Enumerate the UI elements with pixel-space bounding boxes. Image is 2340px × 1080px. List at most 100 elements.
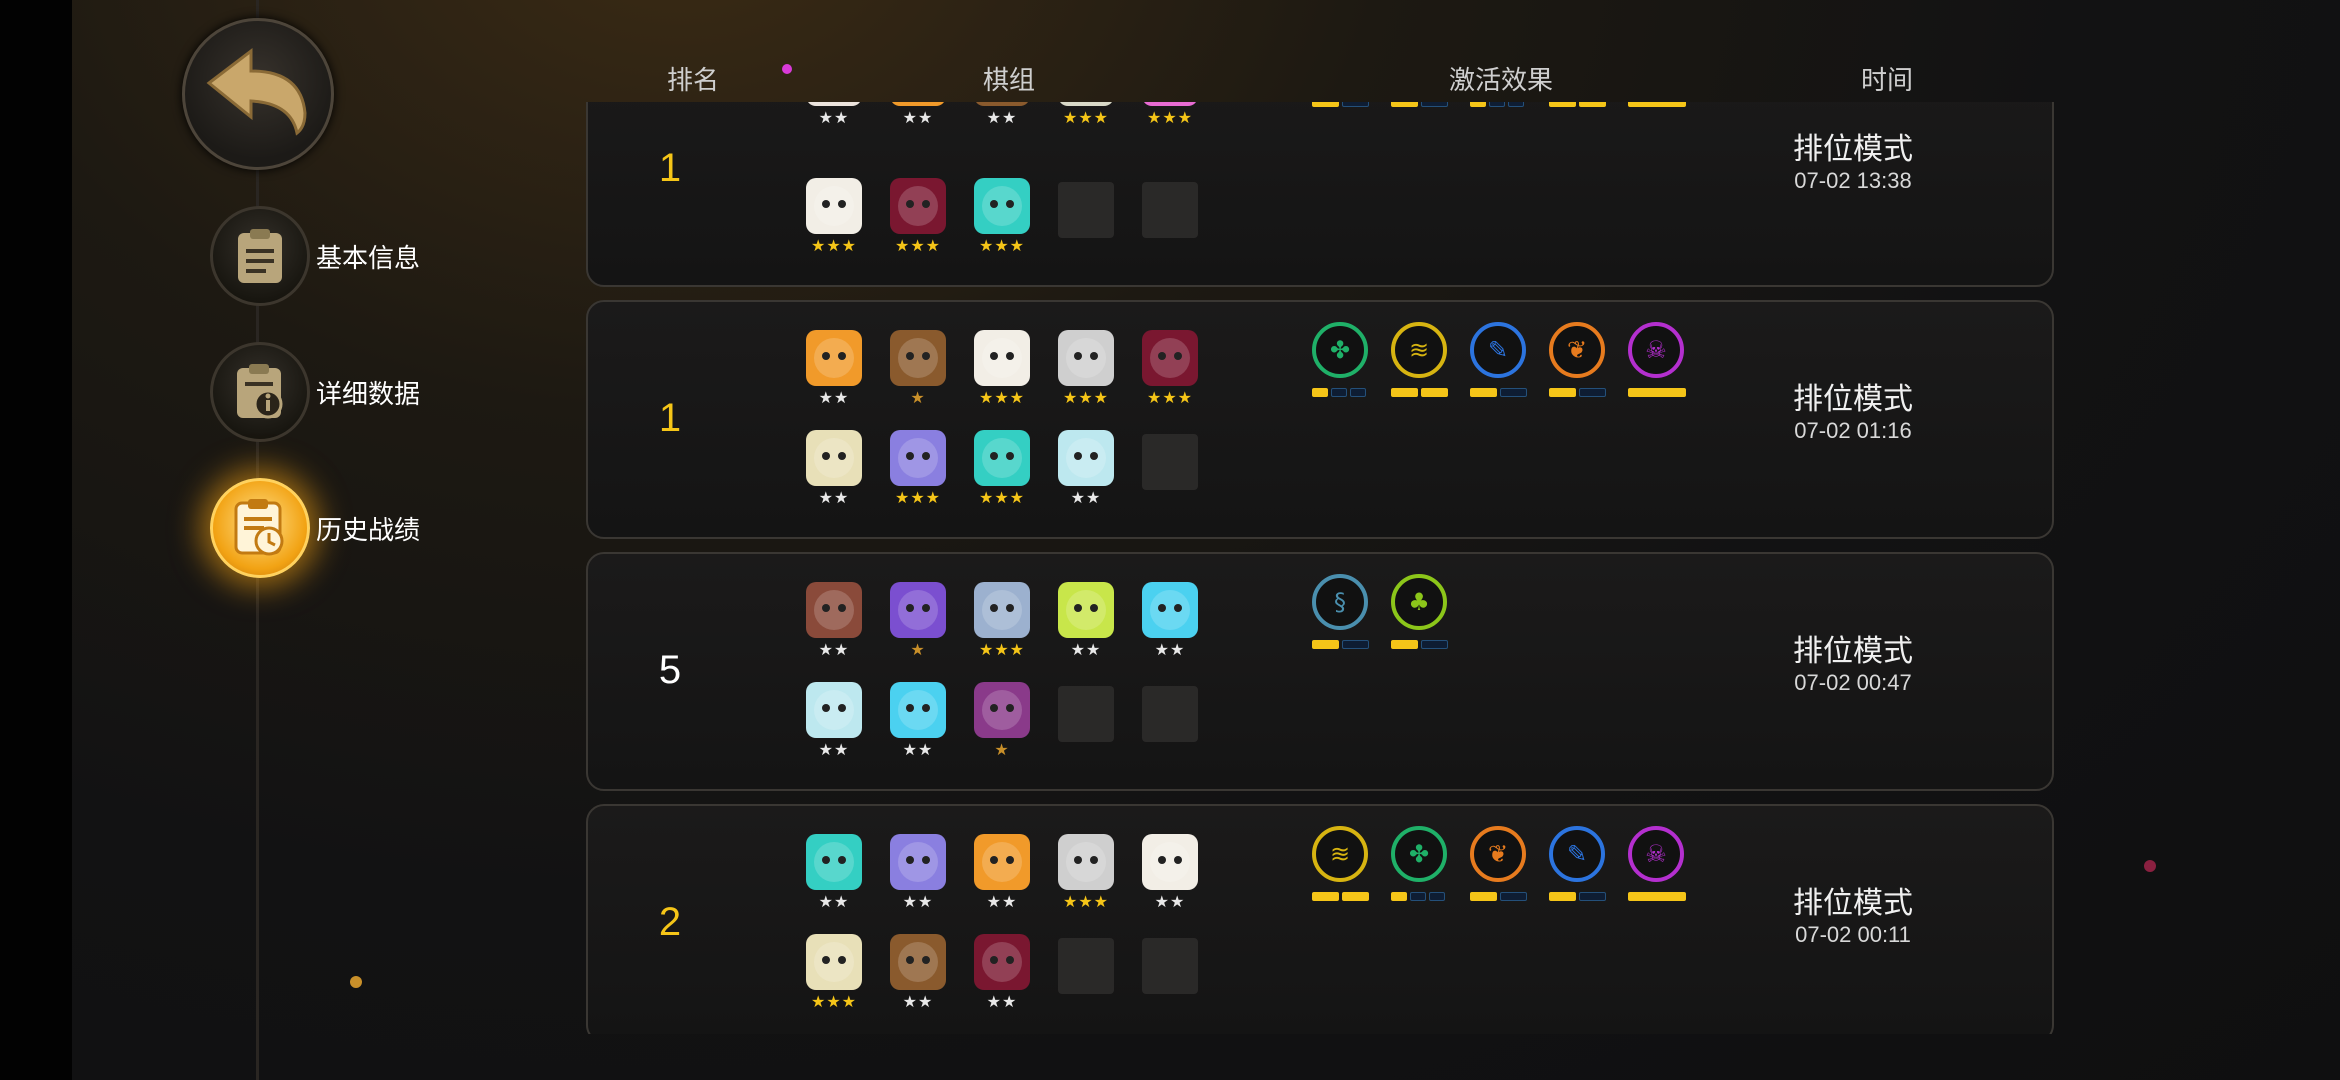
chess-piece-avatar[interactable] — [1058, 330, 1114, 386]
piece-face — [982, 690, 1022, 730]
chess-piece-avatar[interactable] — [890, 834, 946, 890]
piece-star-rating: ★★★ — [1062, 388, 1110, 407]
chess-piece-avatar[interactable] — [806, 178, 862, 234]
chess-piece-avatar[interactable] — [974, 934, 1030, 990]
chess-piece-avatar[interactable] — [974, 682, 1030, 738]
skull-icon[interactable]: ☠ — [1628, 826, 1684, 882]
chess-piece-avatar[interactable] — [806, 582, 862, 638]
nav-item-detailed-data[interactable]: 详细数据 — [210, 342, 420, 442]
leaf-icon[interactable]: ❦ — [1549, 322, 1605, 378]
piece-star-rating: ★★★ — [978, 640, 1026, 659]
trait-bar-inactive — [1500, 892, 1527, 901]
chess-piece-avatar[interactable] — [806, 330, 862, 386]
nav-item-basic-info[interactable]: 基本信息 — [210, 206, 420, 306]
trait-bar-inactive — [1342, 102, 1369, 107]
piece-star-rating: ★★★ — [978, 488, 1026, 507]
piece-star-rating: ★★★ — [810, 236, 858, 255]
chess-piece-avatar[interactable] — [890, 934, 946, 990]
claw-icon[interactable]: ≋ — [1312, 826, 1368, 882]
match-card[interactable]: 5 ★★ ★ ★★★ ★★ ★★ ★★ ★★ ★ § ♣ 排位模式 07-02 00:47 — [586, 552, 2054, 791]
clover-icon[interactable]: ♣ — [1391, 574, 1447, 630]
trait-bar-inactive — [1342, 640, 1369, 649]
chess-piece-avatar[interactable] — [1058, 430, 1114, 486]
rank-value: 1 — [658, 396, 682, 440]
chess-piece-avatar[interactable] — [890, 330, 946, 386]
chess-piece-avatar[interactable] — [806, 834, 862, 890]
piece-eye — [1006, 604, 1014, 612]
leaf-icon[interactable]: ❦ — [1470, 826, 1526, 882]
trait-bar-active — [1470, 102, 1486, 107]
piece-star-rating: ★★ — [902, 740, 934, 759]
piece-star-rating: ★★ — [818, 892, 850, 911]
chess-piece-avatar[interactable] — [806, 682, 862, 738]
match-card[interactable]: 2 ★★ ★★ ★★ ★★★ ★★ ★★★ ★★ ★★ ≋ ✤ ❦ ✎ ☠ 排位模式 07-02 00:11 — [586, 804, 2054, 1034]
feather-icon[interactable]: ✎ — [1549, 826, 1605, 882]
chess-piece-avatar[interactable] — [1058, 582, 1114, 638]
chess-piece-avatar[interactable] — [1142, 102, 1198, 106]
piece-eye — [1174, 856, 1182, 864]
piece-eye — [1090, 604, 1098, 612]
rank-value: 5 — [658, 648, 682, 692]
piece-face — [898, 590, 938, 630]
chess-piece-avatar[interactable] — [890, 430, 946, 486]
match-card[interactable]: 1★★★★★★★★★★★★★★★★★★★★★❦✎✤≋☠排位模式07-02 13:… — [586, 102, 2054, 287]
chess-piece-avatar[interactable] — [1058, 102, 1114, 106]
match-history-list[interactable]: 1★★★★★★★★★★★★★★★★★★★★★❦✎✤≋☠排位模式07-02 13:… — [586, 102, 2054, 1034]
chess-piece-avatar[interactable] — [974, 582, 1030, 638]
trait-bar-active — [1549, 102, 1576, 107]
trait-bar-active — [1312, 892, 1339, 901]
feather-icon[interactable]: ✎ — [1470, 322, 1526, 378]
claw-icon[interactable]: ≋ — [1391, 322, 1447, 378]
piece-eye — [922, 452, 930, 460]
chess-piece-avatar[interactable] — [890, 682, 946, 738]
nav-label: 历史战绩 — [316, 514, 421, 545]
trait-level-bars — [1470, 388, 1527, 397]
piece-star-rating: ★★ — [902, 992, 934, 1011]
chess-piece-avatar[interactable] — [974, 430, 1030, 486]
piece-eye — [1090, 856, 1098, 864]
piece-eye — [922, 352, 930, 360]
chess-piece-avatar[interactable] — [1142, 582, 1198, 638]
chess-piece-avatar[interactable] — [974, 834, 1030, 890]
paw-icon[interactable]: ✤ — [1391, 826, 1447, 882]
piece-eye — [990, 956, 998, 964]
trait-bar-inactive — [1579, 388, 1606, 397]
nav-item-match-history[interactable]: 历史战绩 — [210, 478, 421, 578]
chess-piece-avatar[interactable] — [806, 430, 862, 486]
spark-particle — [2144, 860, 2156, 872]
piece-star-rating: ★★★ — [978, 388, 1026, 407]
chess-piece-avatar[interactable] — [890, 582, 946, 638]
chess-piece-avatar[interactable] — [974, 102, 1030, 106]
piece-eye — [1090, 352, 1098, 360]
trait-level-bars — [1312, 388, 1366, 397]
swirl-icon[interactable]: § — [1312, 574, 1368, 630]
trait-bar-active — [1628, 102, 1686, 107]
chess-piece-avatar[interactable] — [806, 934, 862, 990]
trait-level-bars — [1312, 640, 1369, 649]
chess-piece-avatar[interactable] — [890, 102, 946, 106]
chess-piece-avatar[interactable] — [974, 178, 1030, 234]
skull-icon[interactable]: ☠ — [1628, 322, 1684, 378]
trait-level-bars — [1312, 892, 1369, 901]
chess-piece-avatar[interactable] — [806, 102, 862, 106]
chess-piece-avatar[interactable] — [1142, 330, 1198, 386]
back-button[interactable] — [182, 18, 334, 170]
trait-level-bars — [1628, 892, 1686, 901]
chess-piece-avatar[interactable] — [890, 178, 946, 234]
header-rank: 排名 — [667, 65, 720, 95]
trait-level-bars — [1549, 892, 1606, 901]
chess-piece-avatar[interactable] — [974, 330, 1030, 386]
chess-piece-avatar[interactable] — [1058, 834, 1114, 890]
match-timestamp: 07-02 00:47 — [1794, 670, 1912, 695]
match-card[interactable]: 1 ★★ ★ ★★★ ★★★ ★★★ ★★ ★★★ ★★★ ★★ ✤ ≋ ✎ ❦ ☠ 排位模式 07-02 01… — [586, 300, 2054, 539]
piece-eye — [1174, 352, 1182, 360]
chess-piece-avatar[interactable] — [1142, 834, 1198, 890]
rank-value: 2 — [658, 900, 682, 944]
piece-star-rating: ★★★ — [894, 236, 942, 255]
piece-star-rating: ★★ — [1154, 892, 1186, 911]
trait-level-bars — [1312, 102, 1369, 107]
clipboard-clock-icon — [210, 478, 310, 578]
paw-icon[interactable]: ✤ — [1312, 322, 1368, 378]
piece-star-rating: ★★★ — [1146, 108, 1194, 127]
piece-face — [814, 338, 854, 378]
